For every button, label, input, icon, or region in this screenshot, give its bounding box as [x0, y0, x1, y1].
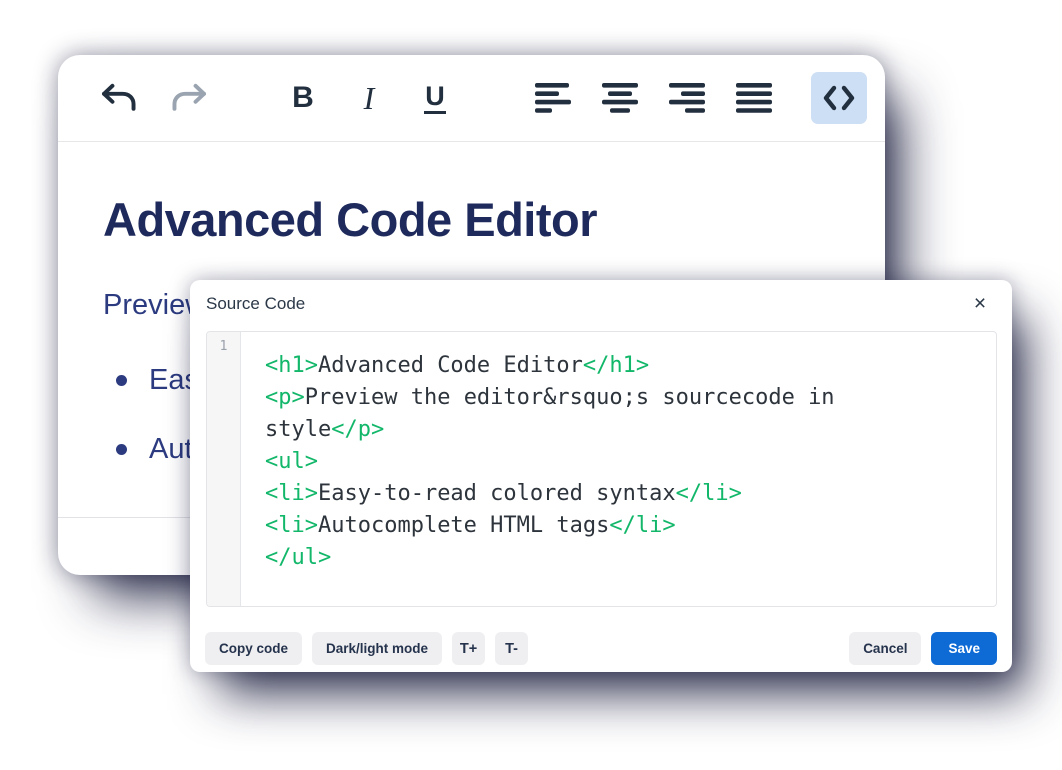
dialog-footer: Copy code Dark/light mode T+ T- Cancel S…: [190, 632, 1012, 665]
underline-icon: U: [424, 83, 446, 114]
font-size-increase-button[interactable]: T+: [452, 632, 485, 665]
redo-button[interactable]: [168, 75, 210, 121]
cancel-button[interactable]: Cancel: [849, 632, 921, 665]
code-content[interactable]: <h1>Advanced Code Editor</h1><p>Preview …: [241, 332, 996, 606]
dialog-header: Source Code ×: [190, 280, 1012, 330]
code-line: <li>Autocomplete HTML tags</li>: [265, 510, 905, 542]
toolbar-divider: [58, 141, 885, 142]
bold-icon: B: [292, 81, 314, 115]
underline-button[interactable]: U: [414, 75, 456, 121]
align-left-button[interactable]: [532, 75, 574, 121]
justify-button[interactable]: [733, 75, 775, 121]
dialog-title: Source Code: [206, 294, 305, 313]
code-line: <p>Preview the editor&rsquo;s sourcecode…: [265, 382, 905, 446]
save-button[interactable]: Save: [931, 632, 997, 665]
align-left-icon: [535, 83, 571, 113]
copy-code-button[interactable]: Copy code: [205, 632, 302, 665]
page: B I U: [0, 0, 1062, 770]
justify-icon: [736, 83, 772, 113]
undo-button[interactable]: [98, 75, 140, 121]
source-code-icon: [823, 85, 855, 111]
bullet-icon: [116, 444, 127, 455]
editor-toolbar: B I U: [58, 55, 885, 141]
line-number-gutter: 1: [207, 332, 241, 606]
align-center-button[interactable]: [599, 75, 641, 121]
source-code-dialog: Source Code × 1 <h1>Advanced Code Editor…: [190, 280, 1012, 672]
font-size-decrease-button[interactable]: T-: [495, 632, 528, 665]
align-center-icon: [602, 83, 638, 113]
italic-icon: I: [364, 80, 375, 117]
close-button[interactable]: ×: [964, 288, 996, 320]
code-line: </ul>: [265, 542, 905, 574]
close-icon: ×: [974, 292, 986, 315]
dark-light-mode-button[interactable]: Dark/light mode: [312, 632, 442, 665]
bullet-icon: [116, 375, 127, 386]
code-line: <ul>: [265, 446, 905, 478]
align-right-icon: [669, 83, 705, 113]
code-line: <li>Easy-to-read colored syntax</li>: [265, 478, 905, 510]
line-number: 1: [220, 339, 228, 354]
undo-icon: [100, 83, 138, 113]
redo-icon: [170, 83, 208, 113]
bold-button[interactable]: B: [282, 75, 324, 121]
document-heading: Advanced Code Editor: [103, 194, 840, 247]
align-right-button[interactable]: [666, 75, 708, 121]
italic-button[interactable]: I: [348, 75, 390, 121]
code-line: <h1>Advanced Code Editor</h1>: [265, 350, 905, 382]
source-code-button[interactable]: [811, 72, 867, 124]
code-editor-panel[interactable]: 1 <h1>Advanced Code Editor</h1><p>Previe…: [206, 331, 997, 607]
